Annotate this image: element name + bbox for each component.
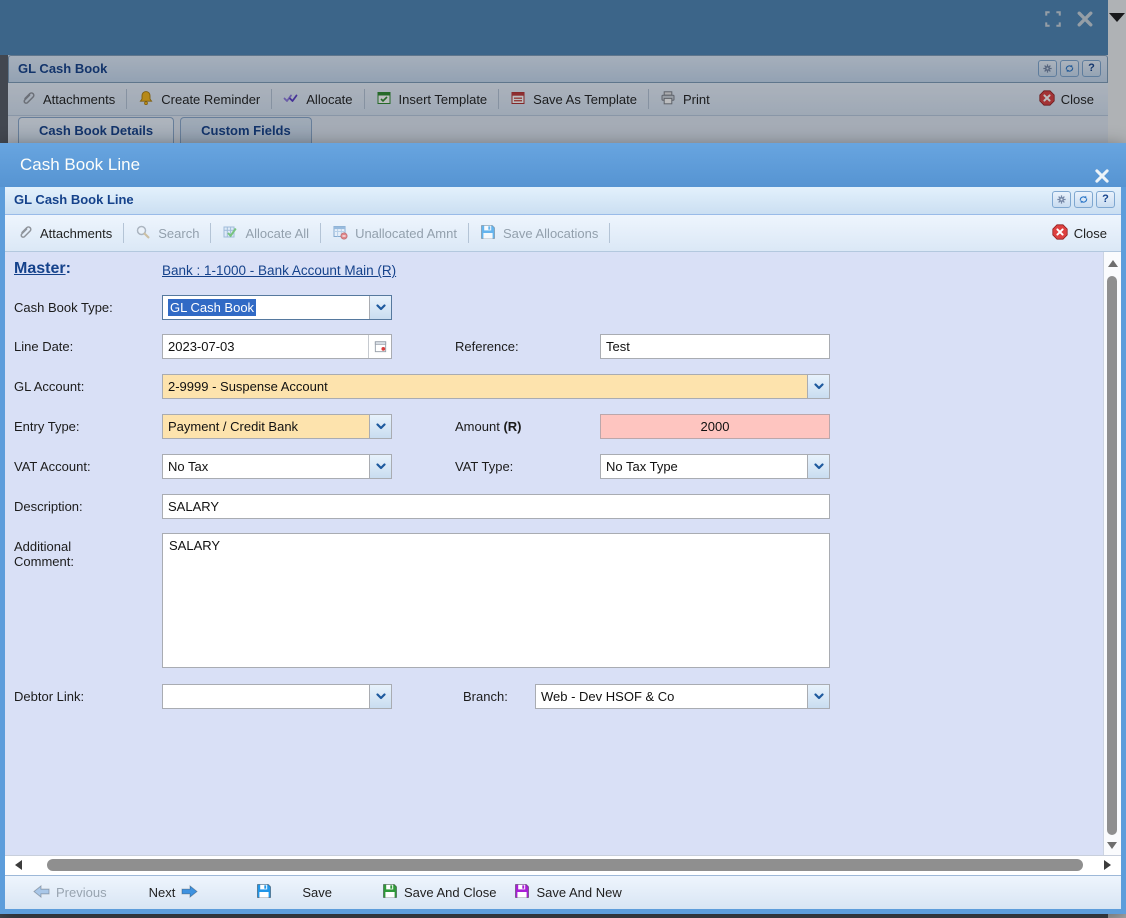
amount-input[interactable] <box>601 415 829 438</box>
horizontal-scrollbar[interactable] <box>5 855 1121 875</box>
save-and-new-button[interactable]: Save And New <box>514 883 621 902</box>
description-field <box>162 494 830 519</box>
next-button[interactable]: Next <box>149 884 199 902</box>
debtor-link-value <box>163 685 369 708</box>
allocate-all-button[interactable]: Allocate All <box>222 224 309 243</box>
horizontal-scroll-thumb[interactable] <box>47 859 1083 871</box>
save-button[interactable]: Save <box>256 883 332 902</box>
close-octagon-icon <box>1052 224 1068 243</box>
chevron-down-icon[interactable] <box>369 455 391 478</box>
settings-gear-icon[interactable] <box>1052 191 1071 208</box>
master-bank-link[interactable]: Bank : 1-1000 - Bank Account Main (R) <box>162 263 582 278</box>
reference-input[interactable] <box>601 335 829 358</box>
vat-type-select[interactable]: No Tax Type <box>600 454 830 479</box>
arrow-right-icon <box>181 884 198 902</box>
toolbar-separator <box>320 223 321 243</box>
calendar-icon[interactable] <box>368 335 391 358</box>
entry-type-value: Payment / Credit Bank <box>163 415 369 438</box>
toolbar-separator <box>210 223 211 243</box>
chevron-down-icon[interactable] <box>807 685 829 708</box>
line-date-input[interactable] <box>163 335 368 358</box>
form-area: Master: Bank : 1-1000 - Bank Account Mai… <box>5 252 1121 855</box>
entry-type-label: Entry Type: <box>14 419 156 434</box>
chevron-down-icon[interactable] <box>807 455 829 478</box>
chevron-down-icon[interactable] <box>369 685 391 708</box>
amount-field <box>600 414 830 439</box>
panel-toolbar: Attachments Search Allocate All Unalloca… <box>5 215 1121 252</box>
vat-type-value: No Tax Type <box>601 455 807 478</box>
line-date-label: Line Date: <box>14 339 156 354</box>
screen: GL Cash Book ? Attachments Create Remind… <box>0 0 1126 918</box>
previous-button[interactable]: Previous <box>33 884 107 902</box>
gl-account-value: 2-9999 - Suspense Account <box>163 375 807 398</box>
additional-comment-textarea[interactable]: SALARY <box>162 533 830 668</box>
dialog-title: Cash Book Line <box>20 155 140 174</box>
toolbar-separator <box>123 223 124 243</box>
dialog-body: GL Cash Book Line ? Attachments Search <box>0 187 1126 914</box>
toolbar-separator <box>468 223 469 243</box>
reference-label: Reference: <box>455 339 519 354</box>
save-allocations-button[interactable]: Save Allocations <box>480 224 598 243</box>
scroll-up-arrow[interactable] <box>1108 260 1118 267</box>
chevron-down-icon[interactable] <box>369 415 391 438</box>
allocate-all-icon <box>222 224 238 243</box>
vertical-scrollbar[interactable] <box>1103 252 1121 855</box>
save-floppy-icon <box>480 224 496 243</box>
master-label: Master: <box>14 260 156 278</box>
scroll-right-arrow[interactable] <box>1104 860 1111 870</box>
description-label: Description: <box>14 499 156 514</box>
scroll-left-arrow[interactable] <box>15 860 22 870</box>
cash-book-type-value: GL Cash Book <box>168 299 256 316</box>
dialog-titlebar: Cash Book Line <box>0 143 1126 187</box>
search-icon <box>135 224 151 243</box>
cash-book-type-label: Cash Book Type: <box>14 300 156 315</box>
vat-account-label: VAT Account: <box>14 459 156 474</box>
unallocated-amnt-button[interactable]: Unallocated Amnt <box>332 224 457 243</box>
gl-account-select[interactable]: 2-9999 - Suspense Account <box>162 374 830 399</box>
line-date-field <box>162 334 392 359</box>
save-and-close-floppy-icon <box>382 883 398 902</box>
branch-label: Branch: <box>463 689 508 704</box>
currency-symbol: (R) <box>503 419 521 434</box>
entry-type-select[interactable]: Payment / Credit Bank <box>162 414 392 439</box>
additional-comment-label: Additional Comment: <box>14 539 124 569</box>
arrow-left-icon <box>33 884 50 902</box>
save-and-new-floppy-icon <box>514 883 530 902</box>
dialog-close-icon[interactable] <box>1094 157 1110 173</box>
cash-book-type-select[interactable]: GL Cash Book <box>162 295 392 320</box>
debtor-link-select[interactable] <box>162 684 392 709</box>
vat-account-value: No Tax <box>163 455 369 478</box>
save-and-close-button[interactable]: Save And Close <box>382 883 497 902</box>
chevron-down-icon[interactable] <box>807 375 829 398</box>
vat-type-label: VAT Type: <box>455 459 513 474</box>
scroll-down-arrow[interactable] <box>1107 842 1117 849</box>
dialog-footer: Previous Next Save Save And Close Save A… <box>5 875 1121 909</box>
close-button[interactable]: Close <box>1052 224 1107 243</box>
unallocated-amount-icon <box>332 224 348 243</box>
branch-value: Web - Dev HSOF & Co <box>536 685 807 708</box>
debtor-link-label: Debtor Link: <box>14 689 156 704</box>
description-input[interactable] <box>163 495 829 518</box>
save-floppy-icon <box>256 883 272 902</box>
branch-select[interactable]: Web - Dev HSOF & Co <box>535 684 830 709</box>
vertical-scroll-thumb[interactable] <box>1107 276 1117 835</box>
search-button[interactable]: Search <box>135 224 199 243</box>
refresh-icon[interactable] <box>1074 191 1093 208</box>
attachments-button[interactable]: Attachments <box>17 224 112 243</box>
vat-account-select[interactable]: No Tax <box>162 454 392 479</box>
toolbar-separator <box>609 223 610 243</box>
chevron-down-icon[interactable] <box>369 296 391 319</box>
cash-book-line-dialog: Cash Book Line GL Cash Book Line ? Attac… <box>0 143 1126 914</box>
paperclip-icon <box>17 224 33 243</box>
help-icon[interactable]: ? <box>1096 191 1115 208</box>
amount-label: Amount (R) <box>455 419 521 434</box>
panel-title: GL Cash Book Line <box>5 187 1121 213</box>
panel-header: GL Cash Book Line ? <box>5 187 1121 215</box>
gl-account-label: GL Account: <box>14 379 156 394</box>
reference-field <box>600 334 830 359</box>
